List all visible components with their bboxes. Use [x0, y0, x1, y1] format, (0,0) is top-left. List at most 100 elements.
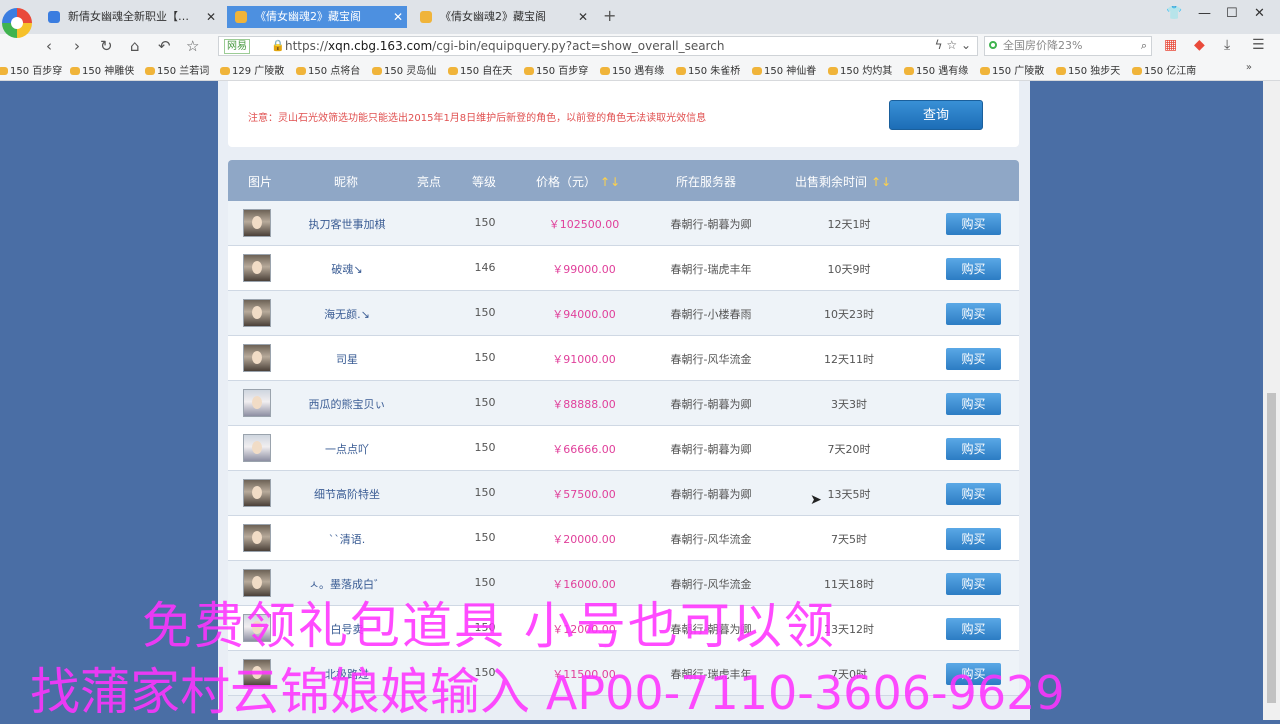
row-nick[interactable]: 司星 — [336, 351, 358, 367]
undo-icon[interactable]: ↶ — [158, 37, 171, 55]
bookmark-icon — [372, 67, 382, 75]
forward-icon[interactable]: › — [74, 37, 80, 55]
bookmark-item[interactable]: 150 百步穿 — [524, 62, 588, 77]
bookmark-item[interactable]: 150 神雕侠 — [70, 62, 134, 77]
close-icon[interactable]: ✕ — [393, 6, 403, 28]
bookmark-item[interactable]: 150 独步天 — [1056, 62, 1120, 77]
star-icon[interactable]: ☆ — [186, 37, 199, 55]
back-icon[interactable]: ‹ — [46, 37, 52, 55]
row-nick[interactable]: 西瓜的熊宝贝ぃ — [309, 396, 386, 412]
character-avatar[interactable] — [243, 299, 271, 327]
character-avatar[interactable] — [243, 344, 271, 372]
buy-button[interactable]: 购买 — [946, 213, 1001, 235]
row-level: 150 — [474, 216, 496, 229]
row-server: 春朝行-朝暮为卿 — [670, 398, 752, 411]
bookmark-item[interactable]: 150 广陵散 — [980, 62, 1044, 77]
more-bookmarks-icon[interactable]: » — [1246, 62, 1252, 73]
character-avatar[interactable] — [243, 479, 271, 507]
browser-logo-icon[interactable] — [2, 8, 32, 38]
sort-arrows-icon[interactable]: ↑↓ — [600, 175, 620, 189]
row-server: 春朝行-小楼春雨 — [670, 308, 752, 321]
bookmark-icon — [904, 67, 914, 75]
row-nick[interactable]: 细节高阶特坐 — [314, 486, 380, 502]
bookmark-item[interactable]: 150 灼灼其 — [828, 62, 892, 77]
tab-0[interactable]: 新倩女幽魂全新职业【吟溯】上 ✕ — [40, 6, 220, 28]
tab-1[interactable]: 《倩女幽魂2》藏宝阁 ✕ — [227, 6, 407, 28]
bookmark-item[interactable]: 150 兰若词 — [145, 62, 209, 77]
row-server: 春朝行-朝暮为卿 — [670, 488, 752, 501]
bookmark-icon — [0, 67, 8, 75]
close-window-icon[interactable]: ✕ — [1254, 6, 1265, 21]
scroll-thumb[interactable] — [1267, 393, 1276, 703]
row-nick[interactable]: 一点点吖 — [325, 441, 369, 457]
sort-arrows-icon[interactable]: ↑↓ — [871, 175, 891, 189]
buy-button[interactable]: 购买 — [946, 528, 1001, 550]
tab-label: 《倩女幽魂2》藏宝阁 — [255, 10, 361, 23]
bookmark-item[interactable]: 150 自在天 — [448, 62, 512, 77]
url-text: https://xqn.cbg.163.com/cgi-bin/equipque… — [285, 39, 725, 53]
search-input[interactable]: 全国房价降23% ⌕ — [984, 36, 1152, 56]
query-button[interactable]: 查询 — [889, 100, 983, 130]
row-level: 150 — [474, 486, 496, 499]
skin-icon[interactable]: 👕 — [1166, 6, 1182, 21]
url-input[interactable]: 网易 🔒 https://xqn.cbg.163.com/cgi-bin/equ… — [218, 36, 978, 56]
row-nick[interactable]: ``清语. — [329, 531, 366, 547]
chevron-down-icon[interactable]: ⌄ — [961, 38, 971, 52]
menu-icon[interactable]: ☰ — [1252, 37, 1265, 53]
bookmark-item[interactable]: 150 朱雀桥 — [676, 62, 740, 77]
buy-button[interactable]: 购买 — [946, 258, 1001, 280]
bookmark-item[interactable]: 150 点将台 — [296, 62, 360, 77]
table-row: 一点点吖 150 ￥66666.00 春朝行-朝暮为卿 7天20时 购买 — [228, 426, 1019, 471]
character-avatar[interactable] — [243, 524, 271, 552]
lock-icon: 🔒 — [271, 39, 285, 52]
new-tab-icon[interactable]: + — [603, 6, 616, 25]
row-remaining: 3天3时 — [831, 398, 867, 411]
character-avatar[interactable] — [243, 209, 271, 237]
row-nick[interactable]: 执刀客世事加棋 — [309, 216, 386, 232]
buy-button[interactable]: 购买 — [946, 483, 1001, 505]
bookmark-item[interactable]: 150 百步穿 — [0, 62, 62, 77]
close-icon[interactable]: ✕ — [578, 6, 588, 28]
search-engine-icon — [989, 41, 997, 49]
maximize-icon[interactable]: ☐ — [1226, 6, 1238, 21]
lightning-icon[interactable]: ϟ — [935, 38, 943, 52]
character-avatar[interactable] — [243, 254, 271, 282]
row-nick[interactable]: 破魂↘ — [331, 261, 362, 277]
tab-2[interactable]: 《倩女幽魂2》藏宝阁 ✕ — [412, 6, 592, 28]
row-server: 春朝行-瑞虎丰年 — [670, 263, 752, 276]
download-icon[interactable]: ⤓ — [1224, 37, 1230, 53]
row-nick[interactable]: 海无颜.↘ — [324, 306, 370, 322]
bookmark-item[interactable]: 129 广陵散 — [220, 62, 284, 77]
bookmark-icon — [1132, 67, 1142, 75]
scrollbar[interactable] — [1263, 81, 1280, 720]
bookmark-item[interactable]: 150 遇有缘 — [600, 62, 664, 77]
bookmark-item[interactable]: 150 灵岛仙 — [372, 62, 436, 77]
buy-button[interactable]: 购买 — [946, 573, 1001, 595]
buy-button[interactable]: 购买 — [946, 303, 1001, 325]
buy-button[interactable]: 购买 — [946, 438, 1001, 460]
bookmark-item[interactable]: 150 神仙眷 — [752, 62, 816, 77]
character-avatar[interactable] — [243, 389, 271, 417]
apps-icon[interactable]: ▦ — [1164, 37, 1177, 53]
bookmark-icon — [220, 67, 230, 75]
character-avatar[interactable] — [243, 434, 271, 462]
reload-icon[interactable]: ↻ — [100, 37, 113, 55]
bookmark-item[interactable]: 150 亿江南 — [1132, 62, 1196, 77]
home-icon[interactable]: ⌂ — [130, 37, 140, 55]
bookmark-item[interactable]: 150 遇有缘 — [904, 62, 968, 77]
tab-bar: 新倩女幽魂全新职业【吟溯】上 ✕ 《倩女幽魂2》藏宝阁 ✕ 《倩女幽魂2》藏宝阁… — [0, 0, 1280, 38]
row-remaining: 10天9时 — [827, 263, 871, 276]
buy-button[interactable]: 购买 — [946, 393, 1001, 415]
close-icon[interactable]: ✕ — [206, 6, 216, 28]
game-icon[interactable]: ◆ — [1194, 37, 1205, 53]
minimize-icon[interactable]: — — [1198, 6, 1211, 21]
favorite-icon[interactable]: ☆ — [946, 38, 957, 52]
buy-button[interactable]: 购买 — [946, 618, 1001, 640]
buy-button[interactable]: 购买 — [946, 348, 1001, 370]
address-bar: ‹ › ↻ ⌂ ↶ ☆ 网易 🔒 https://xqn.cbg.163.com… — [0, 34, 1280, 61]
header-price[interactable]: 价格（元） ↑↓ — [536, 173, 620, 190]
header-server: 所在服务器 — [676, 175, 737, 189]
search-icon[interactable]: ⌕ — [1141, 37, 1147, 55]
bookmark-icon — [145, 67, 155, 75]
header-remaining[interactable]: 出售剩余时间 ↑↓ — [795, 173, 891, 190]
